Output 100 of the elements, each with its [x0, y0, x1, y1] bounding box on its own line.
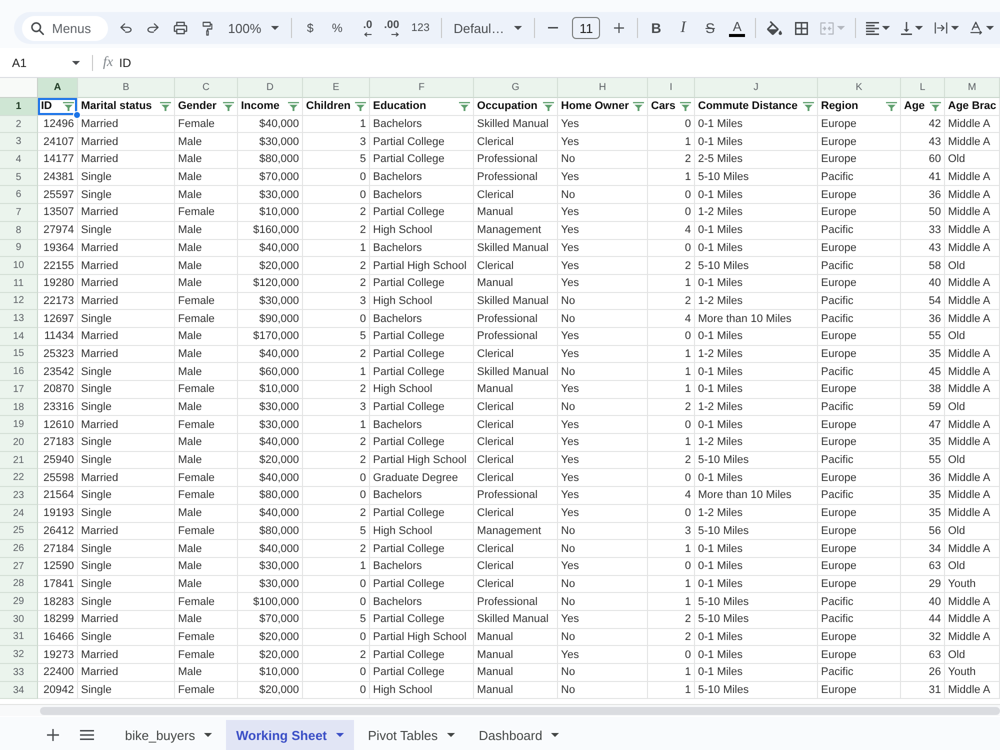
name-box[interactable]: A1 [6, 52, 86, 74]
filter-icon[interactable] [930, 102, 941, 111]
bold-button[interactable]: B [644, 15, 668, 41]
filter-icon[interactable] [160, 102, 171, 111]
row-header[interactable]: 20 [0, 434, 38, 452]
row-header[interactable]: 11 [0, 274, 38, 293]
table-cell: No [558, 576, 648, 594]
row-header[interactable]: 31 [0, 628, 38, 646]
filter-icon[interactable] [63, 102, 74, 111]
filter-icon[interactable] [355, 102, 366, 111]
column-header[interactable]: K [818, 78, 901, 98]
row-header[interactable]: 9 [0, 240, 38, 258]
row-header[interactable]: 22 [0, 469, 38, 488]
row-header[interactable]: 15 [0, 346, 38, 364]
row-header[interactable]: 23 [0, 487, 38, 505]
table-cell: 1 [303, 240, 370, 258]
row-header[interactable]: 8 [0, 222, 38, 240]
table-cell: 0 [303, 487, 370, 505]
italic-button[interactable]: I [671, 15, 696, 41]
decrease-decimal-button[interactable]: .0 [352, 15, 376, 41]
row-header[interactable]: 14 [0, 328, 38, 346]
column-header[interactable]: C [175, 78, 238, 98]
row-header[interactable]: 29 [0, 593, 38, 611]
filter-icon[interactable] [459, 102, 470, 111]
column-header[interactable]: F [370, 78, 474, 98]
increase-decimal-button[interactable]: .00 [379, 15, 404, 41]
formula-field[interactable]: ID [119, 52, 1000, 74]
table-cell: Married [78, 274, 175, 293]
row-header[interactable]: 18 [0, 398, 38, 416]
row-header[interactable]: 7 [0, 204, 38, 222]
scrollbar-track[interactable] [0, 704, 1000, 716]
filter-icon[interactable] [223, 102, 234, 111]
filter-icon[interactable] [288, 102, 299, 111]
row-header[interactable]: 16 [0, 363, 38, 381]
row-header[interactable]: 12 [0, 292, 38, 310]
column-header[interactable]: A [38, 78, 78, 98]
row-header[interactable]: 19 [0, 416, 38, 434]
row-header[interactable]: 26 [0, 540, 38, 558]
row-header[interactable]: 30 [0, 610, 38, 629]
table-cell: No [558, 682, 648, 700]
plus-icon[interactable] [47, 729, 59, 741]
strikethrough-button[interactable]: S [698, 15, 722, 41]
filter-icon[interactable] [633, 102, 644, 111]
menu-icon[interactable] [80, 730, 94, 740]
row-header[interactable]: 10 [0, 257, 38, 275]
table-cell: Female [175, 469, 238, 488]
row-header[interactable]: 1 [0, 98, 38, 116]
sheet-tab[interactable]: Pivot Tables [358, 720, 465, 750]
row-header[interactable]: 32 [0, 646, 38, 664]
column-header[interactable]: G [474, 78, 558, 98]
table-cell: $30,000 [238, 576, 303, 594]
column-header[interactable]: E [303, 78, 370, 98]
filter-icon[interactable] [680, 102, 691, 111]
table-cell: $80,000 [238, 522, 303, 540]
redo-icon [147, 23, 159, 33]
table-cell: Pacific [818, 222, 901, 240]
fill-handle[interactable] [73, 110, 81, 119]
font-dropdown[interactable]: Defaul… [448, 15, 528, 41]
row-header[interactable]: 21 [0, 452, 38, 470]
sheet-tab[interactable]: bike_buyers [115, 720, 222, 750]
column-header[interactable]: B [78, 78, 175, 98]
number-format-button[interactable]: $ [298, 15, 322, 41]
row-header[interactable]: 27 [0, 558, 38, 576]
row-header[interactable]: 34 [0, 682, 38, 700]
row-header[interactable]: 28 [0, 576, 38, 594]
table-cell: Old [945, 522, 1000, 540]
filter-icon[interactable] [886, 102, 897, 111]
table-cell: 24381 [38, 168, 78, 186]
column-header[interactable]: J [695, 78, 818, 98]
zoom-dropdown[interactable]: 100% [222, 15, 286, 41]
minus-icon [548, 27, 558, 29]
row-header[interactable]: 4 [0, 151, 38, 169]
column-header[interactable]: I [648, 78, 695, 98]
row-header[interactable]: 24 [0, 504, 38, 522]
filter-icon[interactable] [543, 102, 554, 111]
search-field[interactable]: Menus [22, 16, 108, 40]
table-cell: Europe [818, 628, 901, 646]
text-color-button[interactable]: A [725, 15, 750, 41]
row-header[interactable]: 6 [0, 186, 38, 204]
row-header[interactable]: 33 [0, 664, 38, 682]
sheet-tab[interactable]: Working Sheet [226, 720, 354, 750]
row-header[interactable]: 3 [0, 133, 38, 152]
row-header[interactable]: 2 [0, 116, 38, 134]
table-cell: Bachelors [370, 416, 474, 434]
row-header[interactable]: 5 [0, 168, 38, 186]
column-header[interactable]: M [945, 78, 1000, 98]
row-header[interactable]: 13 [0, 310, 38, 328]
column-header[interactable]: L [901, 78, 945, 98]
table-cell: $30,000 [238, 416, 303, 434]
filter-icon[interactable] [803, 102, 814, 111]
number-format-button[interactable]: % [325, 15, 350, 41]
column-header[interactable]: D [238, 78, 303, 98]
font-size-field[interactable]: 11 [572, 17, 600, 39]
column-header[interactable]: H [558, 78, 648, 98]
table-cell: Old [945, 558, 1000, 576]
sheet-tab[interactable]: Dashboard [468, 720, 570, 750]
number-format-button[interactable]: 123 [406, 15, 435, 41]
row-header[interactable]: 17 [0, 381, 38, 399]
scrollbar-thumb[interactable] [40, 706, 1000, 715]
row-header[interactable]: 25 [0, 522, 38, 540]
